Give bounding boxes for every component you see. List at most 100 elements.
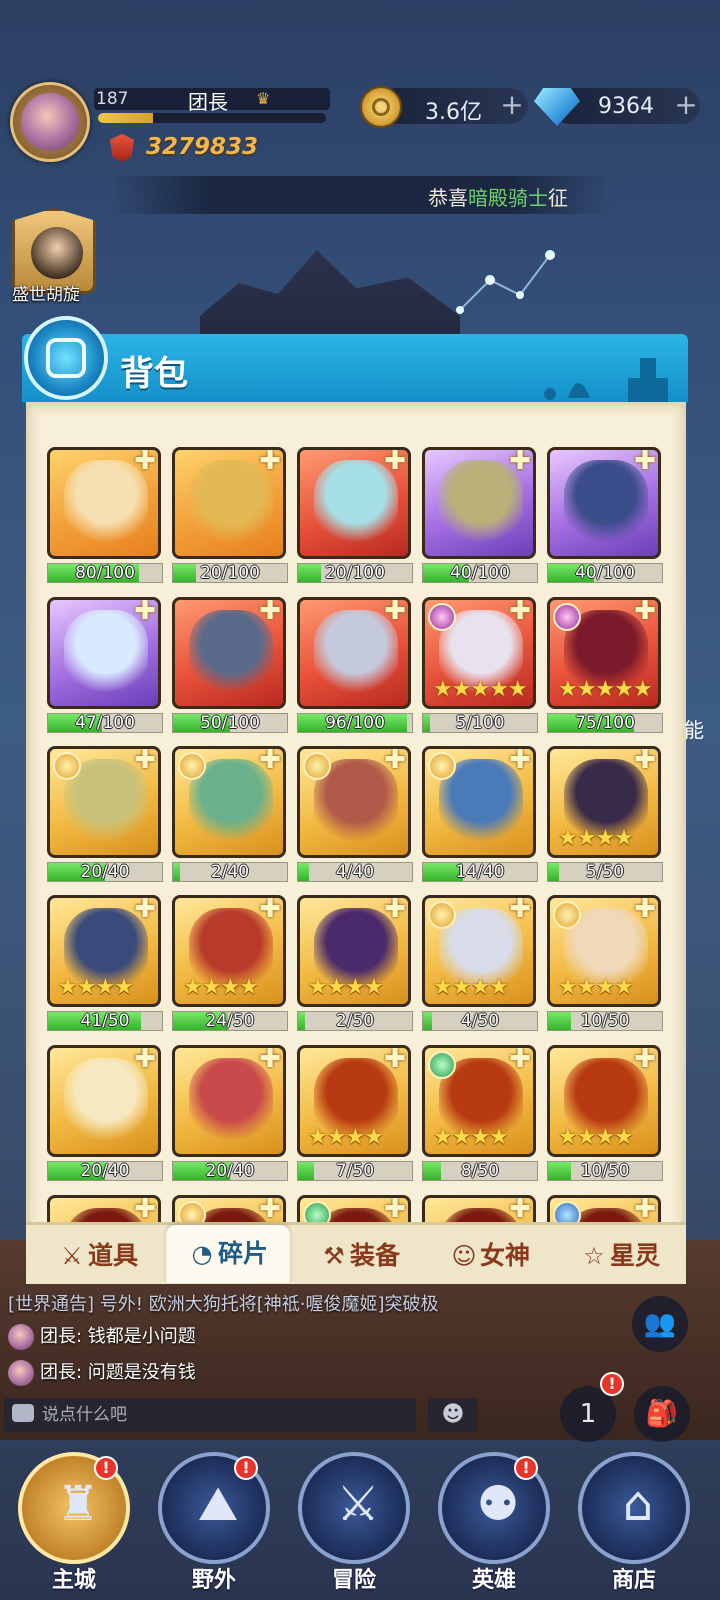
- star-rating: ★★★★: [558, 975, 634, 1000]
- backpack-side-button[interactable]: 🎒: [634, 1386, 690, 1442]
- fragment-slot[interactable]: ✚ 40/100: [422, 447, 538, 587]
- tab-starspirit[interactable]: ☆ 星灵: [558, 1231, 682, 1281]
- fragment-card: ✚ ★★★★: [422, 1045, 536, 1157]
- fragment-progress: 2/40: [172, 862, 288, 882]
- fragment-slot[interactable]: ✚ ★★★★ 2/50: [297, 895, 413, 1035]
- nav-label: 英雄: [471, 1568, 516, 1593]
- puzzle-piece-icon: ✚: [509, 597, 531, 626]
- tab-goddess[interactable]: ☺ 女神: [428, 1231, 552, 1281]
- puzzle-piece-icon: ✚: [634, 597, 656, 626]
- nav-wilds-button[interactable]: ⛰ ! 野外: [158, 1452, 272, 1600]
- fragment-slot[interactable]: ✚ 96/100: [297, 597, 413, 737]
- chat-message: 团長: 问题是没有钱: [8, 1358, 196, 1386]
- fragment-slot[interactable]: ✚ ★★★★★ 5/100: [422, 597, 538, 737]
- nav-shop-button[interactable]: ⌂ 商店: [578, 1452, 692, 1600]
- fragment-slot[interactable]: ✚ ★★★★ 4/50: [422, 895, 538, 1035]
- chat-input[interactable]: 说点什么吧: [4, 1398, 416, 1432]
- add-gold-button[interactable]: +: [498, 91, 526, 120]
- puzzle-piece-icon: ✚: [134, 597, 156, 626]
- rarity-badge-icon: [53, 752, 81, 780]
- fragment-slot[interactable]: ✚ ★★★★ 24/50: [172, 895, 288, 1035]
- power-shield-icon: [110, 134, 134, 162]
- fragment-card: ✚: [172, 597, 286, 709]
- fragment-card: ✚ ★★★★: [47, 895, 161, 1007]
- tab-items[interactable]: ⚔ 道具: [36, 1231, 160, 1281]
- fragment-progress: 10/50: [547, 1011, 663, 1031]
- fragment-slot[interactable]: ✚ 2/40: [172, 746, 288, 886]
- fragment-progress: 80/100: [47, 563, 163, 583]
- fragment-slot[interactable]: ✚ ★★★★ 7/50: [297, 1045, 413, 1185]
- nav-label: 商店: [611, 1568, 656, 1593]
- nav-icon-frame: ⚔: [298, 1452, 410, 1564]
- fragment-card: ✚ ★★★★★: [547, 597, 661, 709]
- fragment-count: 40/100: [450, 563, 510, 583]
- fragment-slot[interactable]: ✚ ★★★★ 10/50: [547, 895, 663, 1035]
- marquee-text: 恭喜暗殿骑士征: [428, 186, 568, 210]
- fragment-progress: 5/100: [422, 713, 538, 733]
- puzzle-piece-icon: ✚: [384, 746, 406, 775]
- puzzle-piece-icon: ✚: [259, 597, 281, 626]
- wilds-icon: ⛰: [197, 1476, 239, 1532]
- fragment-slot[interactable]: ✚ ★★★★ 10/50: [547, 1045, 663, 1185]
- nav-label: 野外: [191, 1568, 236, 1593]
- fragment-slot[interactable]: ✚ 80/100: [47, 447, 163, 587]
- player-avatar[interactable]: [10, 82, 90, 162]
- chat-message: 团長: 钱都是小问题: [8, 1322, 196, 1350]
- exp-bar-fill: [98, 113, 153, 123]
- fragment-slot[interactable]: ✚ ★★★★ 8/50: [422, 1045, 538, 1185]
- star-rating: ★★★★: [558, 1125, 634, 1150]
- fragment-card: ✚ ★★★★★: [422, 597, 536, 709]
- fragment-card: ✚: [297, 447, 411, 559]
- tab-label: 装备: [349, 1241, 400, 1270]
- puzzle-piece-icon: ✚: [134, 895, 156, 924]
- star-rating: ★★★★★: [558, 677, 653, 702]
- fragment-progress: 20/40: [47, 862, 163, 882]
- nav-adventure-button[interactable]: ⚔ 冒险: [298, 1452, 412, 1600]
- add-diamond-button[interactable]: +: [672, 91, 700, 120]
- puzzle-piece-icon: ✚: [509, 1195, 531, 1224]
- tab-fragments[interactable]: ◔ 碎片: [166, 1225, 290, 1283]
- fragment-slot[interactable]: ✚ 50/100: [172, 597, 288, 737]
- fragment-count: 20/40: [205, 1161, 255, 1181]
- tab-equipment[interactable]: ⚒ 装备: [298, 1231, 422, 1281]
- rarity-badge-icon: [178, 752, 206, 780]
- fragment-slot[interactable]: ✚ 20/40: [47, 746, 163, 886]
- fragment-slot[interactable]: ✚ ★★★★ 41/50: [47, 895, 163, 1035]
- chat-avatar: [8, 1360, 34, 1386]
- fragment-progress: 7/50: [297, 1161, 413, 1181]
- fragment-card: ✚ ★★★★: [547, 1045, 661, 1157]
- fragment-slot[interactable]: ✚ 20/40: [172, 1045, 288, 1185]
- fragment-slot[interactable]: ✚ 20/100: [172, 447, 288, 587]
- fragment-slot[interactable]: ✚ 47/100: [47, 597, 163, 737]
- puzzle-piece-icon: ✚: [384, 1195, 406, 1224]
- puzzle-piece-icon: ✚: [634, 746, 656, 775]
- fragment-card: ✚ ★★★★: [297, 895, 411, 1007]
- shop-icon: ⌂: [622, 1476, 654, 1532]
- fragment-count: 4/40: [335, 862, 375, 882]
- fragment-count: 10/50: [580, 1161, 630, 1181]
- fragment-progress: 20/40: [47, 1161, 163, 1181]
- fragment-count: 80/100: [75, 563, 135, 583]
- nav-main-city-button[interactable]: ♜ ! 主城: [18, 1452, 132, 1600]
- fragment-slot[interactable]: ✚ ★★★★ 5/50: [547, 746, 663, 886]
- diamond-amount: 9364: [598, 94, 654, 119]
- exp-bar: [98, 113, 326, 123]
- emoji-button[interactable]: ☻: [428, 1398, 478, 1432]
- fragment-slot[interactable]: ✚ 20/100: [297, 447, 413, 587]
- fragment-slot[interactable]: ✚ 4/40: [297, 746, 413, 886]
- puzzle-piece-icon: ✚: [634, 895, 656, 924]
- rarity-badge-icon: [428, 901, 456, 929]
- puzzle-piece-icon: ✚: [259, 746, 281, 775]
- friends-button[interactable]: 👥: [632, 1296, 688, 1352]
- fragment-slot[interactable]: ✚ 20/40: [47, 1045, 163, 1185]
- fragment-slot[interactable]: ✚ ★★★★★ 75/100: [547, 597, 663, 737]
- fragment-card: ✚: [47, 1045, 161, 1157]
- fragment-card: ✚: [172, 447, 286, 559]
- puzzle-piece-icon: ✚: [384, 447, 406, 476]
- tab-label: 星灵: [609, 1241, 660, 1270]
- fragment-count: 20/100: [325, 563, 385, 583]
- nav-heroes-button[interactable]: ⚉ ! 英雄: [438, 1452, 552, 1600]
- puzzle-piece-icon: ✚: [259, 1195, 281, 1224]
- fragment-slot[interactable]: ✚ 14/40: [422, 746, 538, 886]
- fragment-slot[interactable]: ✚ 40/100: [547, 447, 663, 587]
